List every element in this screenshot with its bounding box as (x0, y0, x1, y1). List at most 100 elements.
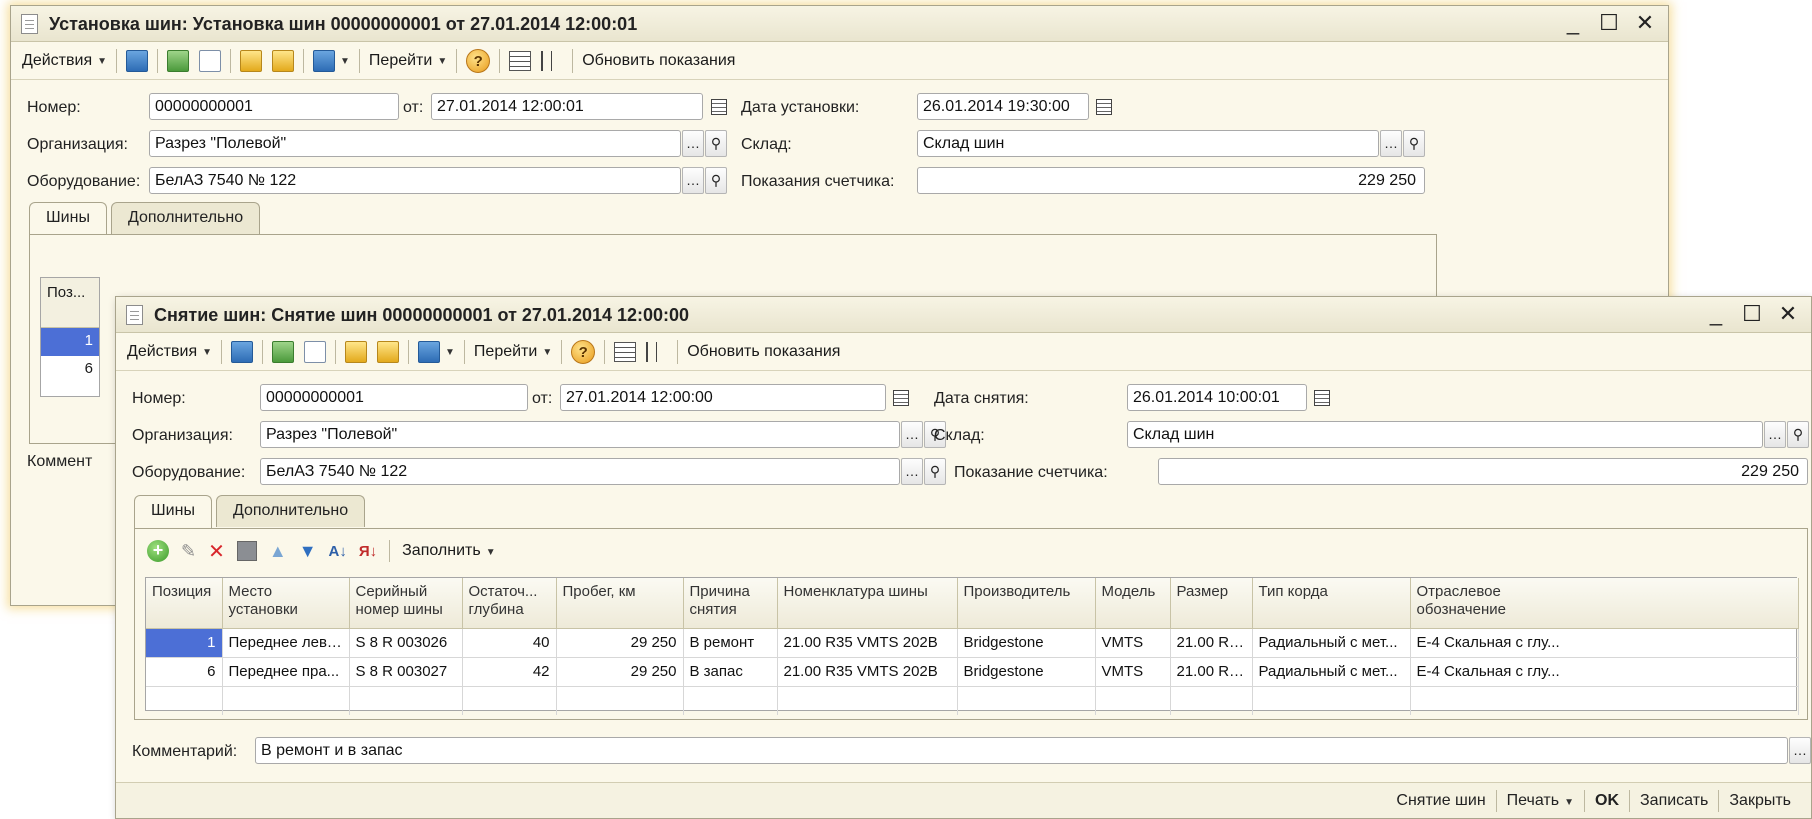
edit-icon[interactable]: ✎ (181, 541, 196, 562)
refresh-readings-button[interactable]: Обновить показания (577, 46, 740, 76)
table-cell[interactable]: Переднее левое (222, 628, 350, 658)
table-cell[interactable]: 29 250 (556, 657, 684, 687)
unpost-button[interactable] (267, 46, 299, 76)
calendar-icon[interactable] (1096, 99, 1112, 115)
select-button[interactable]: … (1380, 130, 1402, 157)
date-field[interactable]: 27.01.2014 12:00:00 (560, 384, 886, 411)
grid-header-position[interactable]: Поз... (41, 278, 99, 328)
equipment-field[interactable]: БелАЗ 7540 № 122 (149, 167, 681, 194)
table-row[interactable]: 1 (41, 328, 99, 356)
table-cell[interactable]: VMTS (1095, 657, 1171, 687)
table-row[interactable]: 6 (41, 356, 99, 384)
table-cell[interactable]: S 8 R 003027 (349, 657, 463, 687)
refresh-button[interactable] (267, 337, 299, 367)
column-header[interactable]: Позиция (146, 578, 223, 629)
table-cell[interactable]: S 8 R 003026 (349, 628, 463, 658)
help-button[interactable]: ? (566, 337, 600, 367)
tires-grid[interactable]: Поз... 1 6 (40, 277, 100, 397)
delete-icon[interactable]: ✕ (208, 539, 225, 564)
select-button[interactable]: … (682, 167, 704, 194)
table-cell[interactable]: 42 (462, 657, 557, 687)
sort-descending-icon[interactable]: Я↓ (359, 543, 377, 560)
table-cell[interactable]: 29 250 (556, 628, 684, 658)
search-icon[interactable]: ⚲ (1403, 130, 1425, 157)
install-date-field[interactable]: 26.01.2014 19:30:00 (917, 93, 1089, 120)
sort-ascending-icon[interactable]: A↓ (329, 543, 347, 560)
select-button[interactable]: … (901, 458, 923, 485)
list-view-button[interactable] (609, 337, 641, 367)
comment-field[interactable]: В ремонт и в запас (255, 737, 1788, 764)
table-row[interactable]: 1 Переднее левое S 8 R 003026 40 29 250 В рем… (146, 628, 1799, 658)
table-cell[interactable]: Bridgestone (957, 657, 1096, 687)
meter-field[interactable]: 229 250 (917, 167, 1425, 194)
table-cell[interactable]: Переднее пра... (222, 657, 350, 687)
move-down-icon[interactable]: ▼ (299, 541, 317, 562)
close-button[interactable]: ✕ (1777, 301, 1799, 327)
column-header[interactable]: Производитель (957, 578, 1096, 629)
table-cell[interactable]: 40 (462, 628, 557, 658)
removal-date-field[interactable]: 26.01.2014 10:00:01 (1127, 384, 1307, 411)
warehouse-field[interactable]: Склад шин (1127, 421, 1763, 448)
save-button[interactable]: Записать (1630, 792, 1718, 810)
table-cell[interactable]: В ремонт (683, 628, 778, 658)
title-bar[interactable]: Установка шин: Установка шин 00000000001… (11, 6, 1668, 42)
table-cell[interactable]: E-4 Скальная с глу... (1410, 628, 1799, 658)
search-icon[interactable]: ⚲ (924, 458, 946, 485)
go-menu[interactable]: Перейти ▼ (364, 46, 452, 76)
list-view-button[interactable] (504, 46, 536, 76)
minimize-button[interactable]: _ (1705, 301, 1727, 327)
refresh-readings-button[interactable]: Обновить показания (682, 337, 845, 367)
tab-additional[interactable]: Дополнительно (110, 202, 261, 234)
tab-additional[interactable]: Дополнительно (215, 495, 366, 527)
maximize-button[interactable]: ☐ (1598, 10, 1620, 36)
column-header[interactable]: Номенклатура шины (777, 578, 958, 629)
tab-tires[interactable]: Шины (134, 495, 212, 529)
organization-field[interactable]: Разрез "Полевой" (260, 421, 900, 448)
column-header[interactable]: Модель (1095, 578, 1171, 629)
search-icon[interactable]: ⚲ (1787, 421, 1809, 448)
column-header[interactable]: Тип корда (1252, 578, 1411, 629)
table-cell[interactable]: В запас (683, 657, 778, 687)
table-cell[interactable]: VMTS (1095, 628, 1171, 658)
table-cell[interactable]: 21.00 R35 (1170, 628, 1253, 658)
table-cell[interactable]: 21.00 R35 VMTS 202B (777, 657, 958, 687)
help-button[interactable]: ? (461, 46, 495, 76)
structure-button[interactable] (641, 337, 673, 367)
removal-report-button[interactable]: Снятие шин (1386, 792, 1495, 810)
warehouse-field[interactable]: Склад шин (917, 130, 1379, 157)
select-button[interactable]: … (682, 130, 704, 157)
column-header[interactable]: Отраслевое обозначение (1410, 578, 1799, 629)
number-field[interactable]: 00000000001 (149, 93, 399, 120)
select-button[interactable]: … (1764, 421, 1786, 448)
table-cell[interactable]: 21.00 R35 VMTS 202B (777, 628, 958, 658)
post-and-close-button[interactable] (121, 46, 153, 76)
post-button[interactable] (235, 46, 267, 76)
equipment-field[interactable]: БелАЗ 7540 № 122 (260, 458, 900, 485)
post-button[interactable] (340, 337, 372, 367)
tab-tires[interactable]: Шины (29, 202, 107, 236)
table-cell[interactable]: Радиальный с мет... (1252, 657, 1411, 687)
calendar-icon[interactable] (1314, 390, 1330, 406)
table-row[interactable]: 6 Переднее пра... S 8 R 003027 42 29 250 В за… (146, 657, 1799, 687)
actions-menu[interactable]: Действия ▼ (17, 46, 112, 76)
create-based-on-button[interactable]: ▼ (413, 337, 460, 367)
move-up-icon[interactable]: ▲ (269, 541, 287, 562)
table-cell[interactable]: 1 (146, 628, 223, 658)
date-field[interactable]: 27.01.2014 12:00:01 (431, 93, 703, 120)
search-icon[interactable]: ⚲ (705, 167, 727, 194)
post-and-close-button[interactable] (226, 337, 258, 367)
go-menu[interactable]: Перейти ▼ (469, 337, 557, 367)
copy-button[interactable] (194, 46, 226, 76)
minimize-button[interactable]: _ (1562, 10, 1584, 36)
table-cell[interactable]: Bridgestone (957, 628, 1096, 658)
table-cell[interactable]: 6 (146, 657, 223, 687)
table-cell[interactable]: Радиальный с мет... (1252, 628, 1411, 658)
search-icon[interactable]: ⚲ (705, 130, 727, 157)
column-header[interactable]: Место установки (222, 578, 350, 629)
ok-button[interactable]: OK (1585, 792, 1629, 810)
print-menu[interactable]: Печать ▼ (1497, 792, 1584, 810)
maximize-button[interactable]: ☐ (1741, 301, 1763, 327)
calendar-icon[interactable] (711, 99, 727, 115)
table-cell[interactable]: E-4 Скальная с глу... (1410, 657, 1799, 687)
column-header[interactable]: Остаточ... глубина (462, 578, 557, 629)
